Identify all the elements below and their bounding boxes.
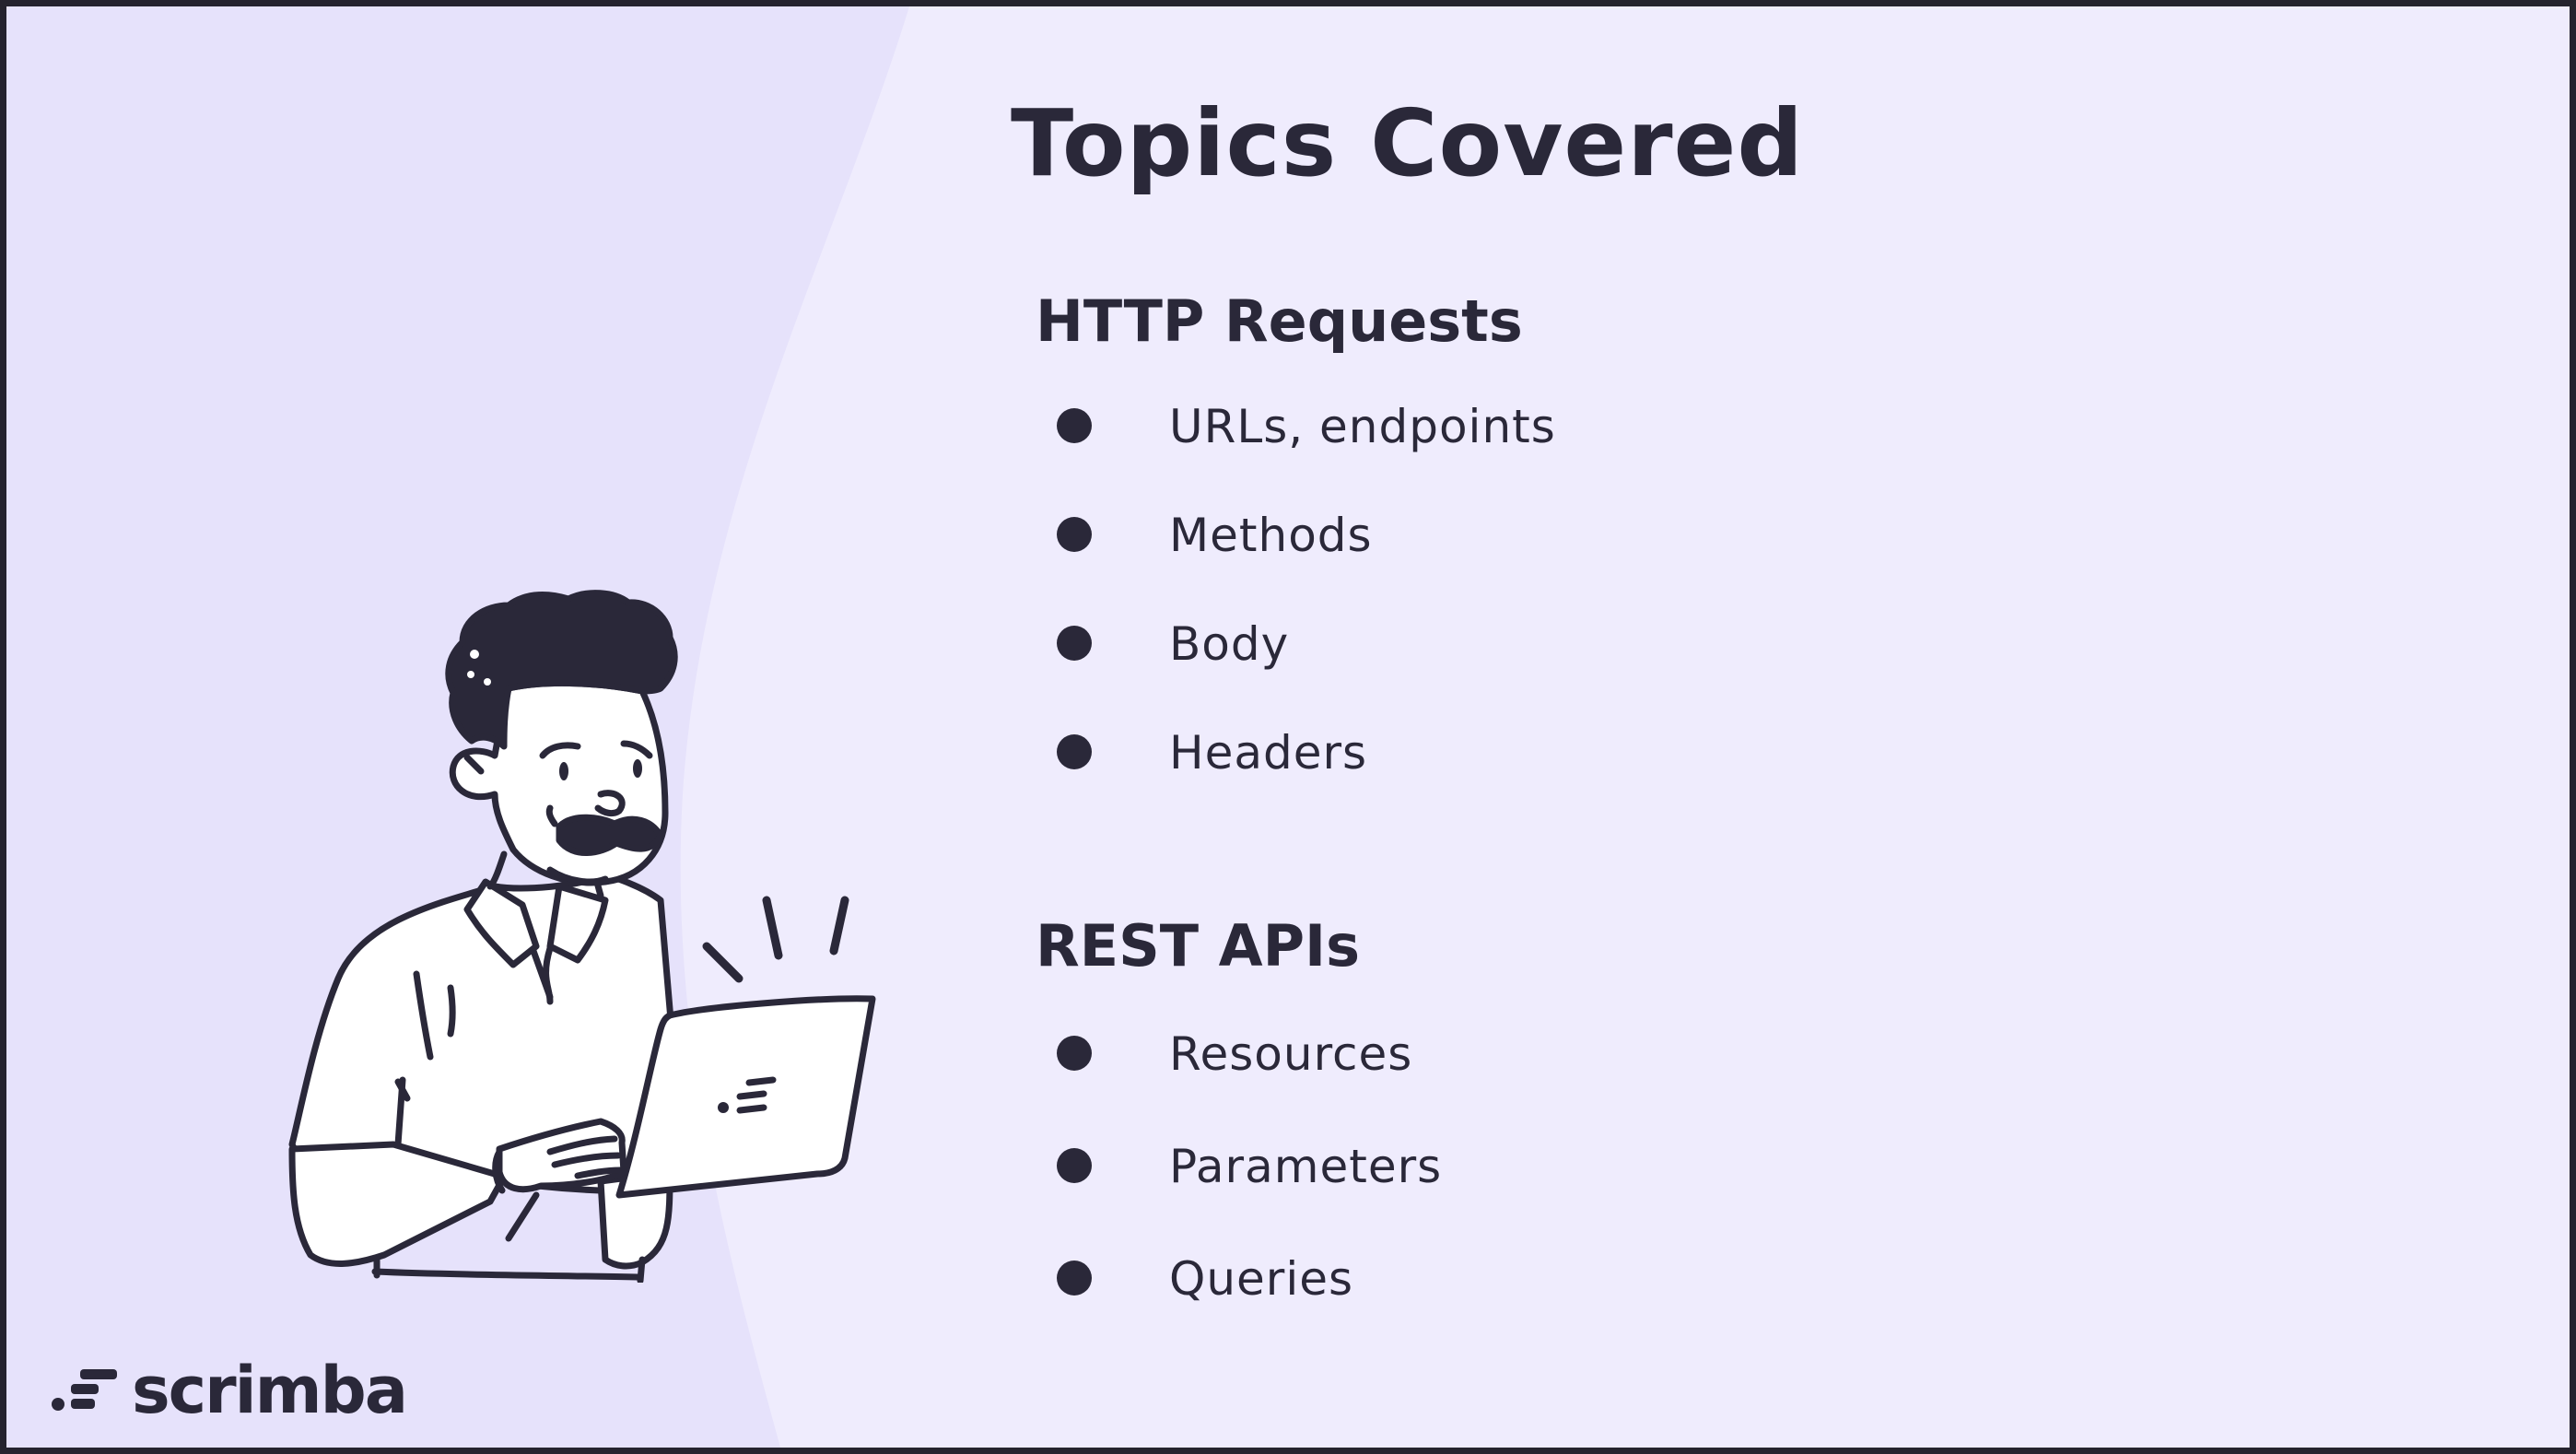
- list-item-label: Resources: [1169, 1027, 1413, 1081]
- list-item-label: Headers: [1169, 726, 1368, 780]
- bullet-icon: [1057, 626, 1092, 661]
- list-item-label: Methods: [1169, 509, 1373, 562]
- bullet-icon: [1057, 1036, 1092, 1071]
- list-item: Resources: [1057, 1021, 1442, 1133]
- bullet-icon: [1057, 1261, 1092, 1296]
- bullet-icon: [1057, 734, 1092, 769]
- bullet-icon: [1057, 1148, 1092, 1183]
- scrimba-logo: scrimba: [51, 1353, 408, 1428]
- list-item-label: Queries: [1169, 1252, 1354, 1306]
- http-requests-topic-list: URLs, endpoints Methods Body Headers: [1057, 393, 1556, 828]
- list-item: Body: [1057, 611, 1556, 720]
- rest-apis-topic-list: Resources Parameters Queries: [1057, 1021, 1442, 1358]
- section-heading-http-requests: HTTP Requests: [1036, 287, 1523, 355]
- section-heading-rest-apis: REST APIs: [1036, 912, 1361, 979]
- slide-title: Topics Covered: [1011, 89, 1804, 197]
- scrimba-logo-icon: [52, 1369, 117, 1411]
- list-item-label: URLs, endpoints: [1169, 400, 1556, 453]
- list-item-label: Body: [1169, 617, 1290, 671]
- list-item: URLs, endpoints: [1057, 393, 1556, 502]
- list-item: Methods: [1057, 502, 1556, 611]
- list-item-label: Parameters: [1169, 1140, 1443, 1193]
- bullet-icon: [1057, 408, 1092, 443]
- bullet-icon: [1057, 517, 1092, 552]
- list-item: Parameters: [1057, 1133, 1442, 1246]
- list-item: Queries: [1057, 1246, 1442, 1358]
- person-with-laptop-illustration: [288, 590, 876, 1283]
- scrimba-logo-text: scrimba: [132, 1353, 408, 1428]
- presentation-slide: Topics Covered HTTP Requests URLs, endpo…: [6, 6, 2570, 1448]
- list-item: Headers: [1057, 720, 1556, 828]
